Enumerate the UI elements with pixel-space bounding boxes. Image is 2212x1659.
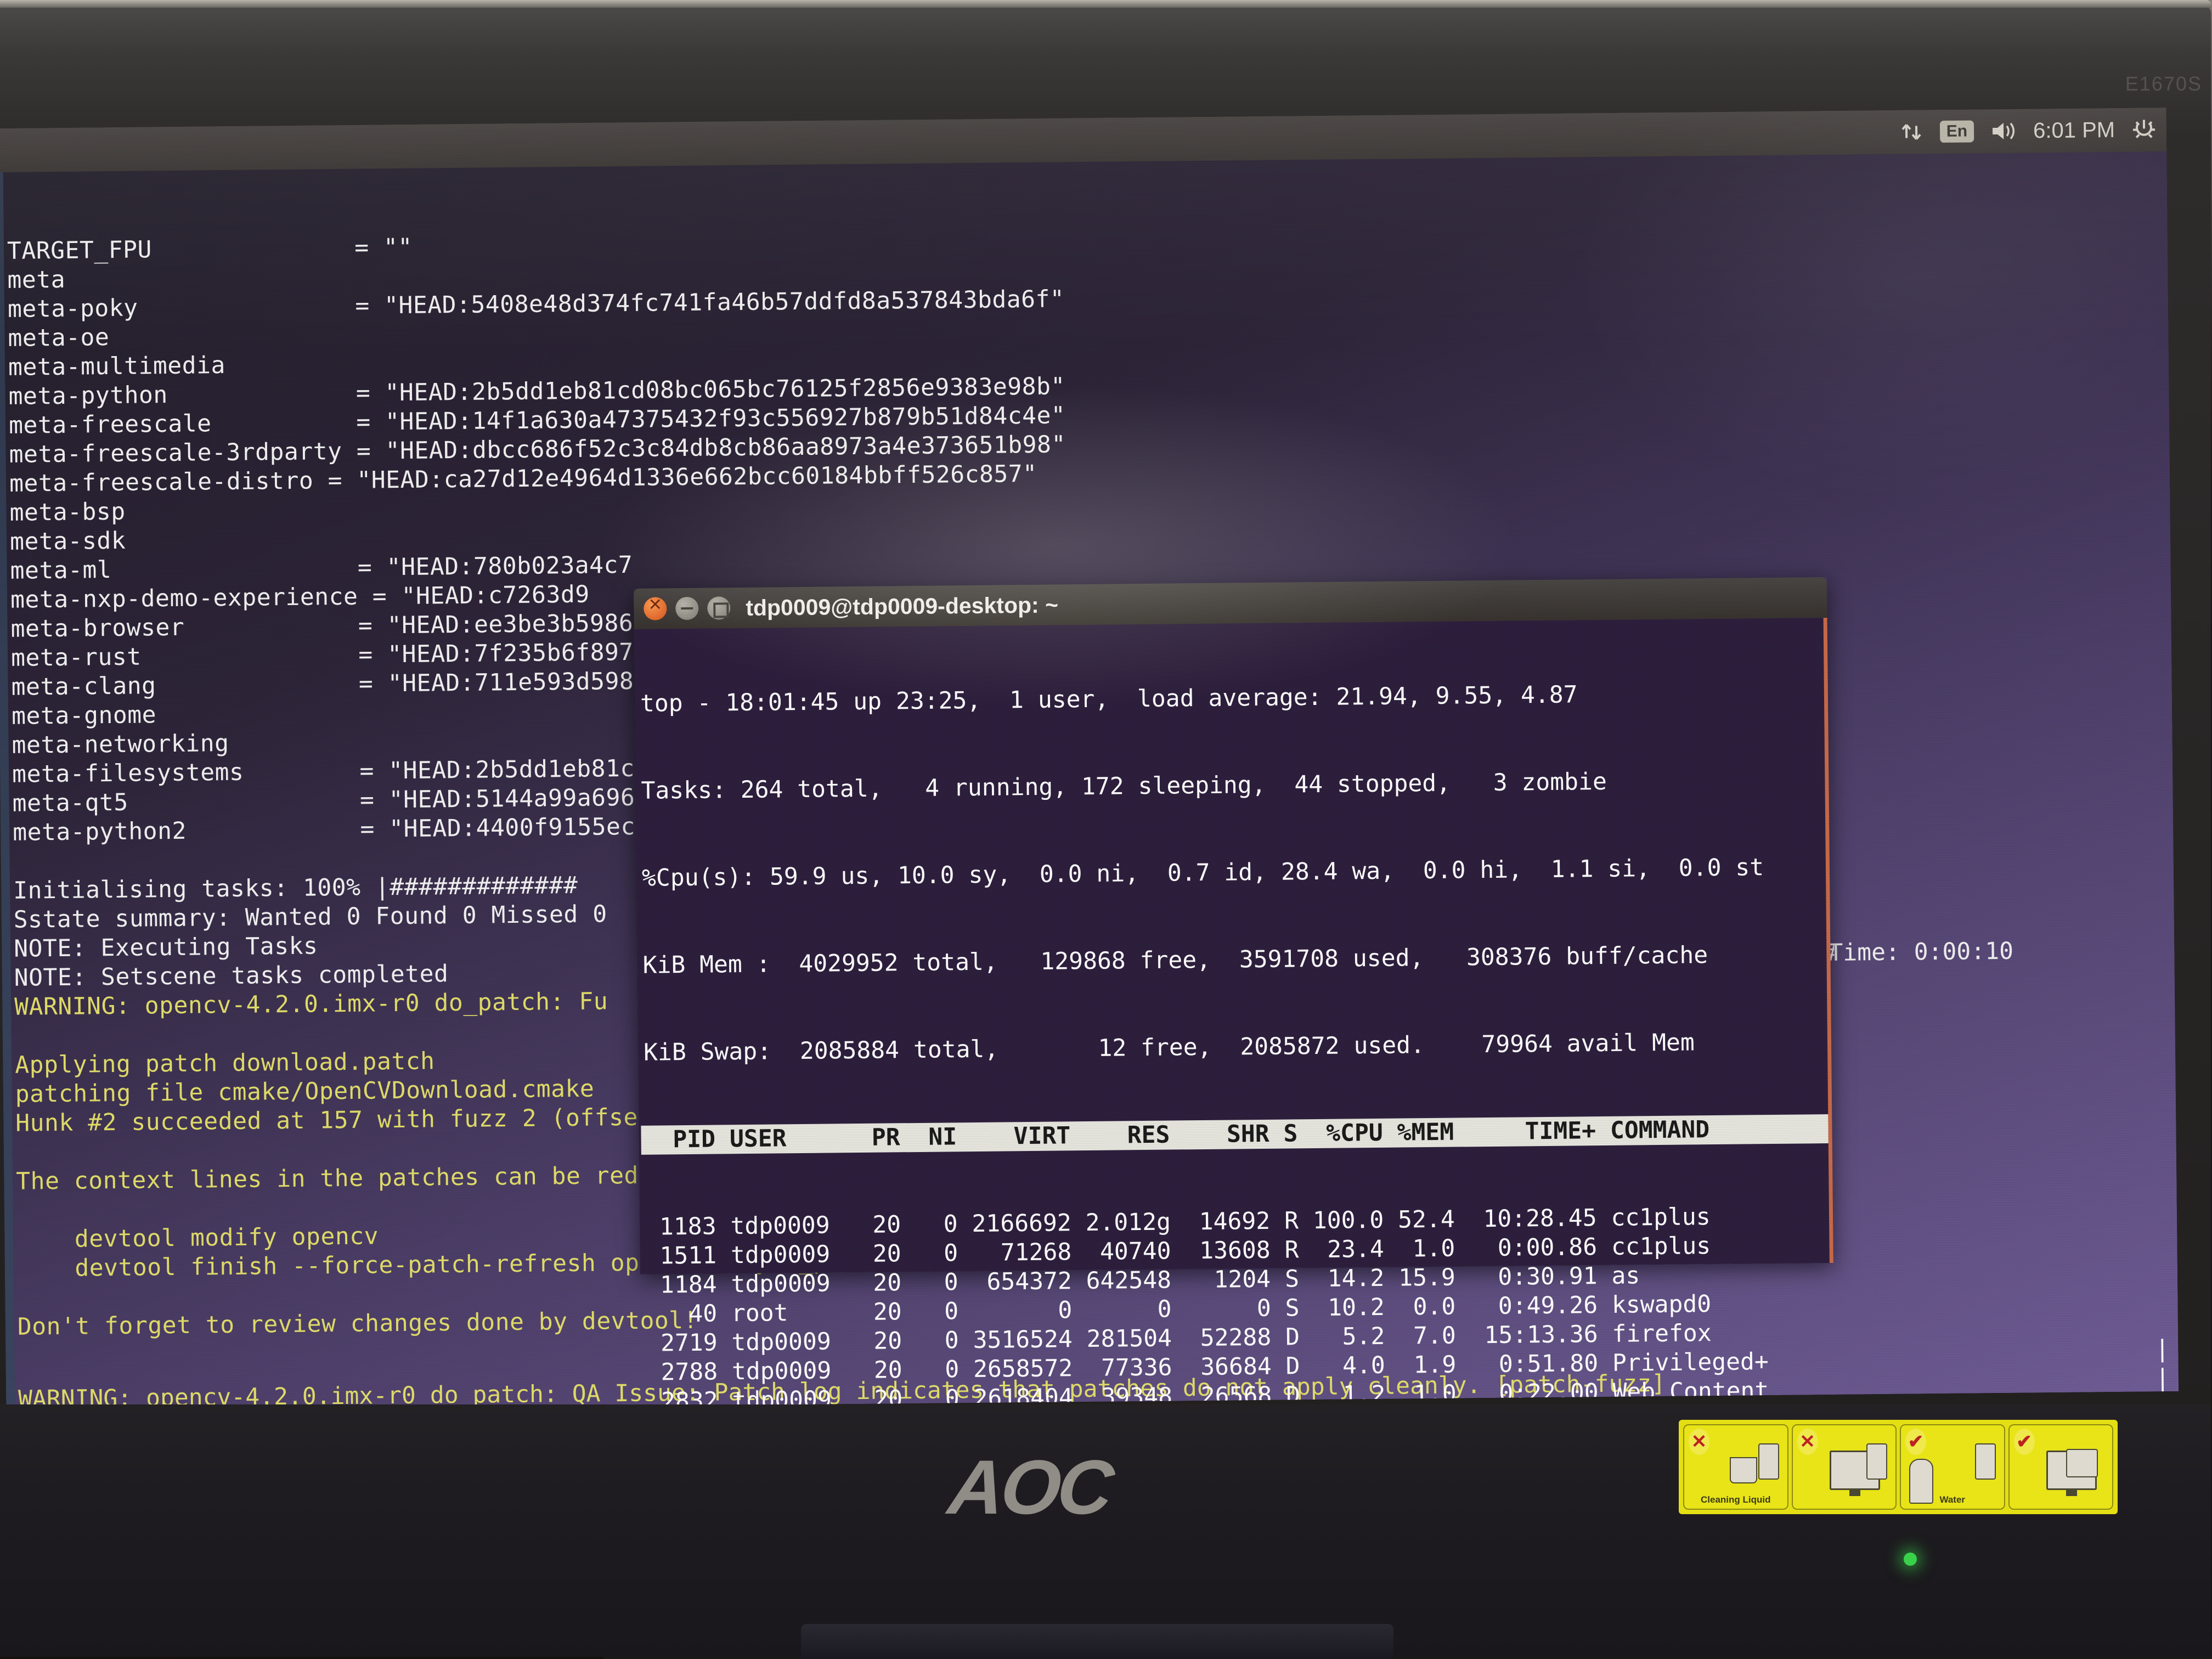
- minimize-icon[interactable]: [675, 596, 699, 620]
- aoc-logo: AOC: [944, 1444, 1115, 1530]
- close-icon[interactable]: [644, 597, 667, 620]
- clock-label[interactable]: 6:01 PM: [2033, 117, 2115, 143]
- spray-bottle-icon: [1974, 1443, 1996, 1480]
- bar-end-pipe-1: |: [2155, 1335, 2170, 1363]
- cleaning-cloth-icon: [2066, 1448, 2098, 1477]
- network-up-down-icon[interactable]: [1899, 119, 1923, 144]
- sticker-cell: ✕: [1791, 1424, 1897, 1510]
- maximize-icon[interactable]: [707, 596, 731, 620]
- cross-icon: ✕: [1689, 1429, 1709, 1455]
- sticker-label: Water: [1939, 1494, 1966, 1505]
- terminal-title-text: tdp0009@tdp0009-desktop: ~: [746, 591, 1059, 620]
- top-summary-line-1: top - 18:01:45 up 23:25, 1 user, load av…: [640, 681, 1578, 718]
- process-table-body: 1183 tdp0009 20 0 2166692 2.012g 14692 R…: [642, 1201, 1834, 1412]
- chemical-flask-icon: [1729, 1457, 1757, 1483]
- keyboard-layout-indicator[interactable]: En: [1939, 120, 1974, 143]
- power-led: [1904, 1553, 1917, 1566]
- sticker-cell: ✕ Cleaning Liquid: [1683, 1424, 1788, 1510]
- sticker-cell: ✔: [2008, 1424, 2113, 1510]
- terminal-body[interactable]: top - 18:01:45 up 23:25, 1 user, load av…: [634, 618, 1833, 1412]
- system-tray: En 6:01 PM: [1899, 108, 2157, 154]
- monitor-bezel-highlight: [0, 0, 2211, 8]
- power-gear-icon[interactable]: [2131, 117, 2157, 142]
- check-icon: ✔: [1905, 1429, 1926, 1455]
- spray-bottle-icon: [1758, 1443, 1779, 1480]
- sticker-label: Cleaning Liquid: [1701, 1494, 1771, 1505]
- check-icon: ✔: [2013, 1429, 2035, 1455]
- top-summary-line-2: Tasks: 264 total, 4 running, 172 sleepin…: [641, 768, 1607, 805]
- initialising-time-label: Time: 0:00:10: [1829, 937, 2014, 967]
- cleaning-instructions-sticker: ✕ Cleaning Liquid ✕ ✔ Water ✔: [1679, 1420, 2118, 1514]
- spray-bottle-icon: [1866, 1443, 1887, 1480]
- sticker-cell: ✔ Water: [1900, 1424, 2005, 1510]
- top-summary-line-4: KiB Mem : 4029952 total, 129868 free, 35…: [642, 941, 1708, 979]
- cross-icon: ✕: [1797, 1429, 1818, 1455]
- monitor-stand: [801, 1624, 1393, 1659]
- bar-end-pipe-2: |: [2155, 1364, 2170, 1392]
- screen: TARGET_FPU = "" meta meta-poky = "HEAD:540…: [0, 108, 2179, 1412]
- monitor: E1670S TARGET_FPU = "" meta meta-poky = "H…: [0, 0, 2212, 1659]
- terminal-window[interactable]: tdp0009@tdp0009-desktop: ~ top - 18:01:4…: [633, 577, 1833, 1412]
- top-summary-line-5: KiB Swap: 2085884 total, 12 free, 208587…: [643, 1029, 1695, 1066]
- monitor-model-label: E1670S: [2125, 72, 2202, 95]
- top-summary-line-3: %Cpu(s): 59.9 us, 10.0 sy, 0.0 ni, 0.7 i…: [641, 854, 1764, 892]
- volume-icon[interactable]: [1990, 119, 2017, 143]
- process-table-header: PID USER PR NI VIRT RES SHR S %CPU %MEM …: [641, 1114, 1829, 1155]
